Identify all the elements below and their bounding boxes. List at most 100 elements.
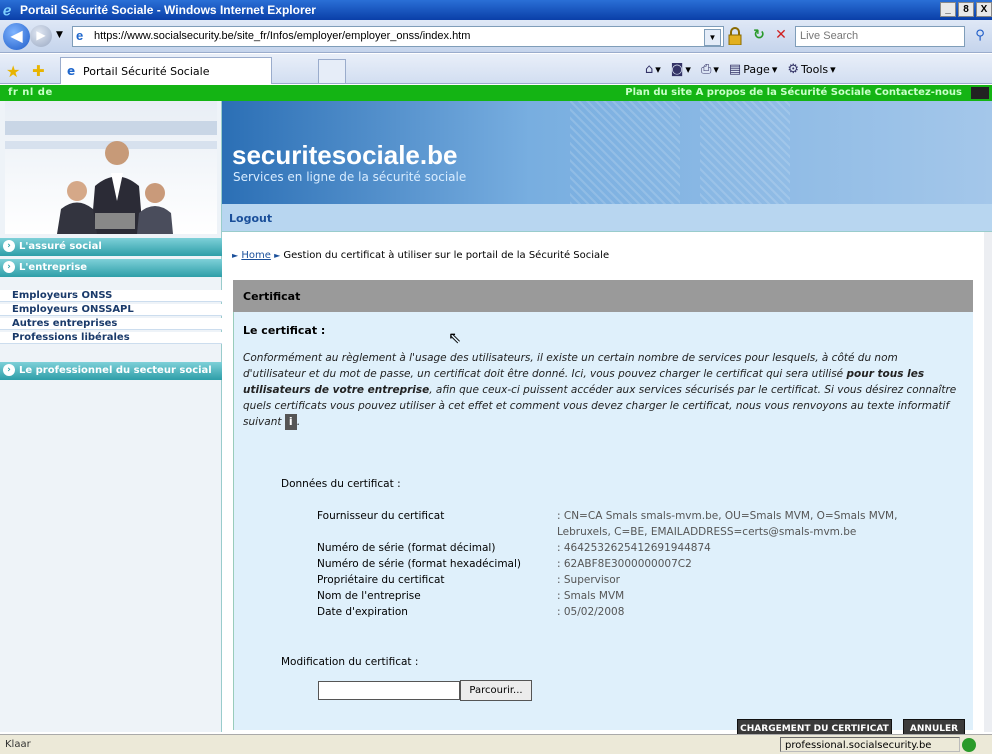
field-label: Numéro de série (format hexadécimal)	[317, 558, 522, 570]
new-tab-button[interactable]	[318, 59, 346, 84]
field-label: Fournisseur du certificat	[317, 510, 445, 522]
back-button[interactable]: ◀	[3, 23, 30, 50]
add-favorite-icon[interactable]: ✚	[32, 62, 45, 80]
sidebar-subitem-label: Autres entreprises	[12, 318, 118, 329]
sidebar-subitem-label: Employeurs ONSS	[12, 290, 113, 301]
security-zone: professional.socialsecurity.be	[780, 737, 960, 752]
command-bar: ⌂ ▾ ◙ ▾ ⎙ ▾ ▤ Page ▾ ⚙ Tools ▾	[645, 62, 836, 77]
maximize-button[interactable]: 8	[958, 2, 974, 17]
field-label: Propriétaire du certificat	[317, 574, 445, 586]
field-value: : 05/02/2008	[557, 606, 625, 618]
top-links[interactable]: Plan du site A propos de la Sécurité Soc…	[625, 87, 962, 98]
breadcrumb-arrow-icon: ►	[274, 251, 281, 260]
sidebar-subitem-label: Employeurs ONSSAPL	[12, 304, 134, 315]
site-tagline: Services en ligne de la sécurité sociale	[233, 170, 467, 184]
gear-icon: ⚙	[787, 62, 800, 77]
window-title: Portail Sécurité Sociale - Windows Inter…	[20, 3, 316, 17]
tools-menu[interactable]: ⚙ Tools ▾	[787, 62, 835, 77]
panel-title: Certificat	[243, 290, 301, 303]
tab-page-icon: e	[67, 64, 76, 78]
sidebar-subitem-label: Professions libérales	[12, 332, 130, 343]
print-button[interactable]: ⎙ ▾	[701, 62, 719, 77]
certificate-file-input[interactable]	[318, 681, 460, 700]
certificate-data-label: Données du certificat :	[281, 478, 401, 490]
home-icon: ⌂	[645, 62, 654, 77]
field-value: Lebruxels, C=BE, EMAILADDRESS=certs@smal…	[557, 526, 857, 538]
topbar-corner-icon	[971, 87, 989, 99]
address-input[interactable]: e https://www.socialsecurity.be/site_fr/…	[72, 26, 724, 47]
sidebar-subitem-onssapl[interactable]: Employeurs ONSSAPL	[0, 304, 222, 316]
stop-icon[interactable]: ✕	[772, 27, 790, 45]
tab-label: Portail Sécurité Sociale	[83, 65, 210, 78]
sidebar-subitem-onss[interactable]: Employeurs ONSS	[0, 290, 222, 302]
forward-button[interactable]: ▶	[30, 25, 52, 47]
window-titlebar: ℯ Portail Sécurité Sociale - Windows Int…	[0, 0, 992, 20]
page-menu[interactable]: ▤ Page ▾	[729, 62, 777, 77]
close-button[interactable]: X	[976, 2, 992, 17]
sidebar-item-label: L'entreprise	[19, 262, 88, 273]
field-value: : 4642532625412691944874	[557, 542, 711, 554]
header-subbar	[222, 204, 992, 232]
search-placeholder: Live Search	[800, 30, 859, 42]
header-decoration	[700, 101, 790, 204]
sidebar-item-assure-social[interactable]: › L'assuré social	[0, 238, 222, 256]
breadcrumb-current: Gestion du certificat à utiliser sur le …	[283, 250, 610, 261]
field-value: : 62ABF8E3000000007C2	[557, 558, 692, 570]
tools-menu-label: Tools	[801, 63, 829, 76]
field-label: Date d'expiration	[317, 606, 408, 618]
print-icon: ⎙	[700, 62, 712, 77]
status-text: Klaar	[5, 739, 31, 750]
refresh-icon[interactable]: ↻	[750, 27, 768, 45]
sidebar-arrow-icon: ›	[3, 240, 15, 252]
sidebar-subitem-autres[interactable]: Autres entreprises	[0, 318, 222, 330]
modify-certificate-label: Modification du certificat :	[281, 656, 419, 668]
page-icon-cmd: ▤	[728, 62, 742, 77]
url-text: https://www.socialsecurity.be/site_fr/In…	[94, 30, 471, 42]
sidebar-subitem-professions[interactable]: Professions libérales	[0, 332, 222, 344]
protected-mode-icon	[962, 738, 976, 752]
panel-header: Certificat	[233, 280, 973, 312]
browser-tab[interactable]: e Portail Sécurité Sociale	[60, 57, 272, 84]
sidebar-arrow-icon: ›	[3, 261, 15, 273]
page-icon: e	[76, 28, 84, 43]
breadcrumb-home-link[interactable]: Home	[241, 250, 271, 261]
description-text-1: Conformément au règlement à l'usage des …	[243, 352, 898, 380]
field-value: : Supervisor	[557, 574, 620, 586]
field-label: Nom de l'entreprise	[317, 590, 421, 602]
language-links[interactable]: fr nl de	[8, 87, 53, 98]
site-brand[interactable]: securitesociale.be	[232, 140, 457, 171]
sidebar-item-professionnel[interactable]: › Le professionnel du secteur social	[0, 362, 222, 380]
header-photo	[5, 101, 217, 234]
sidebar-item-label: Le professionnel du secteur social	[19, 365, 212, 376]
mouse-cursor-icon: ⇖	[448, 328, 462, 347]
page-menu-label: Page	[743, 63, 770, 76]
certificate-description: Conformément au règlement à l'usage des …	[243, 352, 957, 430]
page-scrollbar[interactable]	[984, 232, 992, 732]
feeds-button[interactable]: ◙ ▾	[671, 62, 691, 77]
field-value: : Smals MVM	[557, 590, 625, 602]
status-bar: Klaar professional.socialsecurity.be	[0, 734, 992, 754]
sidebar-arrow-icon: ›	[3, 364, 15, 376]
browse-button[interactable]: Parcourir...	[460, 680, 532, 701]
logout-link[interactable]: Logout	[229, 212, 272, 225]
search-icon[interactable]: ⚲	[968, 26, 992, 47]
breadcrumb: ► Home ► Gestion du certificat à utilise…	[232, 250, 609, 261]
info-icon[interactable]: i	[284, 414, 297, 430]
sidebar-item-entreprise[interactable]: › L'entreprise	[0, 259, 222, 277]
sidebar-item-label: L'assuré social	[19, 241, 102, 252]
certificate-label: Le certificat :	[243, 324, 326, 337]
history-dropdown-icon[interactable]: ▼	[56, 30, 63, 40]
feeds-icon: ◙	[670, 62, 684, 77]
home-button[interactable]: ⌂ ▾	[645, 62, 661, 77]
favorites-star-icon[interactable]: ★	[6, 62, 20, 81]
ie-logo-icon: ℯ	[3, 2, 12, 18]
breadcrumb-arrow-icon: ►	[232, 251, 239, 260]
field-value: : CN=CA Smals smals-mvm.be, OU=Smals MVM…	[557, 510, 898, 522]
site-topbar: fr nl de Plan du site A propos de la Séc…	[0, 85, 992, 101]
field-label: Numéro de série (format décimal)	[317, 542, 496, 554]
lock-icon[interactable]	[727, 27, 743, 46]
header-decoration	[570, 101, 680, 204]
chevron-down-icon[interactable]: ▼	[704, 29, 721, 46]
minimize-button[interactable]: _	[940, 2, 956, 17]
search-input[interactable]: Live Search	[795, 26, 965, 47]
